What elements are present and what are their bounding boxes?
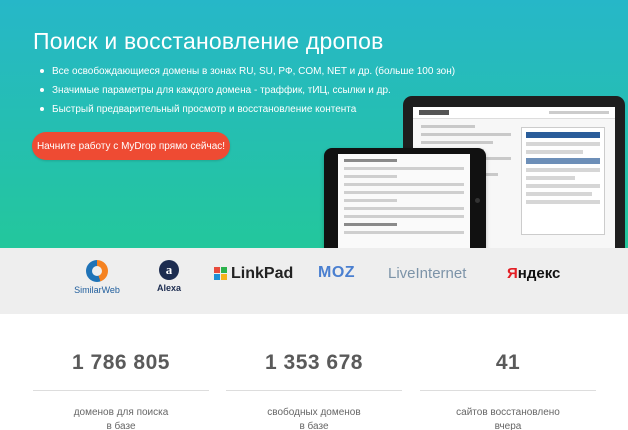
stat-restored-sites: 41 сайтов восстановлено вчера [418, 314, 598, 430]
yandex-logo: Яндекс [507, 265, 561, 282]
stat-label: свободных доменов в базе [267, 407, 361, 430]
tablet-mockup [324, 148, 486, 248]
stats-section: 1 786 805 доменов для поиска в базе 1 35… [0, 314, 628, 430]
feature-item: Быстрый предварительный просмотр и восст… [40, 100, 455, 119]
stat-value: 1 353 678 [265, 351, 363, 374]
hero-section: Поиск и восстановление дропов Все освобо… [0, 0, 628, 248]
feature-list: Все освобождающиеся домены в зонах RU, S… [40, 62, 455, 119]
stat-domains-search: 1 786 805 доменов для поиска в базе [31, 314, 211, 430]
alexa-logo: a Alexa [156, 260, 182, 293]
feature-item: Все освобождающиеся домены в зонах RU, S… [40, 62, 455, 81]
feature-item: Значимые параметры для каждого домена - … [40, 81, 455, 100]
linkpad-icon [214, 267, 228, 281]
home-button-icon [475, 198, 480, 203]
hero-title: Поиск и восстановление дропов [33, 28, 384, 54]
divider [33, 390, 209, 391]
moz-logo: MOZ [318, 264, 356, 281]
partner-logos: SimilarWeb a Alexa LinkPad MOZ LiveInter… [0, 248, 628, 314]
divider [226, 390, 402, 391]
start-button[interactable]: Начните работу с MyDrop прямо сейчас! [32, 132, 230, 160]
similarweb-icon [86, 260, 108, 282]
site-preview [521, 127, 605, 235]
alexa-icon: a [159, 260, 179, 280]
stat-label: сайтов восстановлено вчера [456, 407, 560, 430]
divider [420, 390, 596, 391]
stat-value: 1 786 805 [72, 351, 170, 374]
stat-label: доменов для поиска в базе [73, 407, 169, 430]
stat-free-domains: 1 353 678 свободных доменов в базе [224, 314, 404, 430]
stat-value: 41 [495, 351, 521, 374]
tablet-screen [338, 154, 470, 248]
linkpad-logo: LinkPad [214, 265, 293, 283]
similarweb-logo: SimilarWeb [74, 260, 120, 295]
liveinternet-logo: LiveInternet [388, 265, 467, 282]
